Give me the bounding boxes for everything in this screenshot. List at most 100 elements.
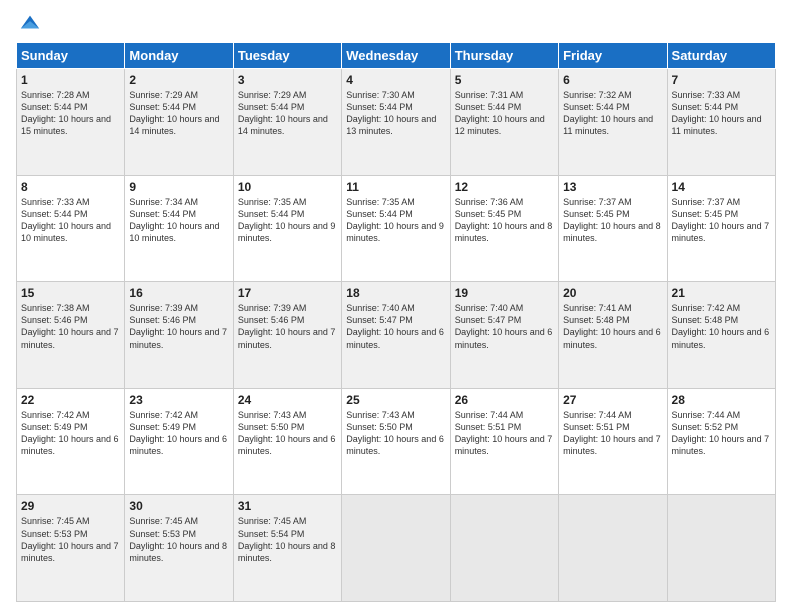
day-info: Sunrise: 7:40 AMSunset: 5:47 PMDaylight:… [455, 302, 554, 351]
day-info: Sunrise: 7:30 AMSunset: 5:44 PMDaylight:… [346, 89, 445, 138]
weekday-header-friday: Friday [559, 43, 667, 69]
day-number: 4 [346, 73, 445, 87]
calendar-cell: 17 Sunrise: 7:39 AMSunset: 5:46 PMDayligh… [233, 282, 341, 389]
day-number: 20 [563, 286, 662, 300]
day-info: Sunrise: 7:37 AMSunset: 5:45 PMDaylight:… [563, 196, 662, 245]
weekday-header-thursday: Thursday [450, 43, 558, 69]
day-number: 14 [672, 180, 771, 194]
day-number: 3 [238, 73, 337, 87]
calendar-cell: 5Sunrise: 7:31 AMSunset: 5:44 PMDaylight… [450, 69, 558, 176]
day-info: Sunrise: 7:34 AMSunset: 5:44 PMDaylight:… [129, 196, 228, 245]
day-number: 15 [21, 286, 120, 300]
calendar-cell: 18 Sunrise: 7:40 AMSunset: 5:47 PMDayligh… [342, 282, 450, 389]
day-info: Sunrise: 7:39 AMSunset: 5:46 PMDaylight:… [238, 302, 337, 351]
calendar-week-row: 15 Sunrise: 7:38 AMSunset: 5:46 PMDayligh… [17, 282, 776, 389]
day-info: Sunrise: 7:36 AMSunset: 5:45 PMDaylight:… [455, 196, 554, 245]
calendar-week-row: 1 Sunrise: 7:28 AMSunset: 5:44 PMDaylight… [17, 69, 776, 176]
day-info: Sunrise: 7:44 AMSunset: 5:51 PMDaylight:… [563, 409, 662, 458]
calendar-cell: 31 Sunrise: 7:45 AMSunset: 5:54 PMDayligh… [233, 495, 341, 602]
day-number: 28 [672, 393, 771, 407]
day-number: 26 [455, 393, 554, 407]
calendar-cell: 6Sunrise: 7:32 AMSunset: 5:44 PMDaylight… [559, 69, 667, 176]
day-info: Sunrise: 7:44 AMSunset: 5:52 PMDaylight:… [672, 409, 771, 458]
day-number: 29 [21, 499, 120, 513]
day-info: Sunrise: 7:43 AMSunset: 5:50 PMDaylight:… [346, 409, 445, 458]
day-number: 9 [129, 180, 228, 194]
weekday-header-monday: Monday [125, 43, 233, 69]
calendar-cell: 24 Sunrise: 7:43 AMSunset: 5:50 PMDayligh… [233, 388, 341, 495]
day-number: 25 [346, 393, 445, 407]
day-number: 2 [129, 73, 228, 87]
day-info: Sunrise: 7:42 AMSunset: 5:49 PMDaylight:… [21, 409, 120, 458]
weekday-header-sunday: Sunday [17, 43, 125, 69]
day-number: 23 [129, 393, 228, 407]
calendar-cell: 26 Sunrise: 7:44 AMSunset: 5:51 PMDayligh… [450, 388, 558, 495]
calendar: SundayMondayTuesdayWednesdayThursdayFrid… [16, 42, 776, 602]
day-number: 6 [563, 73, 662, 87]
calendar-cell: 7 Sunrise: 7:33 AMSunset: 5:44 PMDaylight… [667, 69, 775, 176]
day-number: 7 [672, 73, 771, 87]
day-number: 13 [563, 180, 662, 194]
page: SundayMondayTuesdayWednesdayThursdayFrid… [0, 0, 792, 612]
day-info: Sunrise: 7:42 AMSunset: 5:48 PMDaylight:… [672, 302, 771, 351]
day-info: Sunrise: 7:31 AMSunset: 5:44 PMDaylight:… [455, 89, 554, 138]
calendar-cell: 21 Sunrise: 7:42 AMSunset: 5:48 PMDayligh… [667, 282, 775, 389]
calendar-cell: 10Sunrise: 7:35 AMSunset: 5:44 PMDayligh… [233, 175, 341, 282]
calendar-cell: 14Sunrise: 7:37 AMSunset: 5:45 PMDayligh… [667, 175, 775, 282]
day-info: Sunrise: 7:29 AMSunset: 5:44 PMDaylight:… [238, 89, 337, 138]
day-number: 16 [129, 286, 228, 300]
weekday-header-wednesday: Wednesday [342, 43, 450, 69]
calendar-cell: 27 Sunrise: 7:44 AMSunset: 5:51 PMDayligh… [559, 388, 667, 495]
day-number: 22 [21, 393, 120, 407]
logo-text [16, 12, 41, 34]
calendar-cell: 28 Sunrise: 7:44 AMSunset: 5:52 PMDayligh… [667, 388, 775, 495]
day-number: 17 [238, 286, 337, 300]
day-number: 1 [21, 73, 120, 87]
calendar-cell: 30 Sunrise: 7:45 AMSunset: 5:53 PMDayligh… [125, 495, 233, 602]
weekday-header-row: SundayMondayTuesdayWednesdayThursdayFrid… [17, 43, 776, 69]
weekday-header-saturday: Saturday [667, 43, 775, 69]
calendar-cell: 9 Sunrise: 7:34 AMSunset: 5:44 PMDaylight… [125, 175, 233, 282]
calendar-cell: 25 Sunrise: 7:43 AMSunset: 5:50 PMDayligh… [342, 388, 450, 495]
calendar-cell [342, 495, 450, 602]
day-info: Sunrise: 7:45 AMSunset: 5:54 PMDaylight:… [238, 515, 337, 564]
header [16, 12, 776, 34]
calendar-cell: 20Sunrise: 7:41 AMSunset: 5:48 PMDayligh… [559, 282, 667, 389]
calendar-cell: 2 Sunrise: 7:29 AMSunset: 5:44 PMDaylight… [125, 69, 233, 176]
calendar-cell [667, 495, 775, 602]
day-info: Sunrise: 7:38 AMSunset: 5:46 PMDaylight:… [21, 302, 120, 351]
calendar-cell: 12 Sunrise: 7:36 AMSunset: 5:45 PMDayligh… [450, 175, 558, 282]
day-number: 8 [21, 180, 120, 194]
calendar-cell: 4 Sunrise: 7:30 AMSunset: 5:44 PMDaylight… [342, 69, 450, 176]
calendar-cell: 3 Sunrise: 7:29 AMSunset: 5:44 PMDaylight… [233, 69, 341, 176]
day-number: 31 [238, 499, 337, 513]
day-number: 19 [455, 286, 554, 300]
calendar-cell: 8Sunrise: 7:33 AMSunset: 5:44 PMDaylight… [17, 175, 125, 282]
day-number: 24 [238, 393, 337, 407]
day-info: Sunrise: 7:29 AMSunset: 5:44 PMDaylight:… [129, 89, 228, 138]
day-info: Sunrise: 7:44 AMSunset: 5:51 PMDaylight:… [455, 409, 554, 458]
weekday-header-tuesday: Tuesday [233, 43, 341, 69]
calendar-week-row: 8Sunrise: 7:33 AMSunset: 5:44 PMDaylight… [17, 175, 776, 282]
day-number: 10 [238, 180, 337, 194]
day-number: 18 [346, 286, 445, 300]
day-number: 27 [563, 393, 662, 407]
calendar-cell: 23 Sunrise: 7:42 AMSunset: 5:49 PMDayligh… [125, 388, 233, 495]
day-info: Sunrise: 7:40 AMSunset: 5:47 PMDaylight:… [346, 302, 445, 351]
calendar-cell: 11Sunrise: 7:35 AMSunset: 5:44 PMDayligh… [342, 175, 450, 282]
calendar-cell: 1 Sunrise: 7:28 AMSunset: 5:44 PMDaylight… [17, 69, 125, 176]
day-info: Sunrise: 7:33 AMSunset: 5:44 PMDaylight:… [672, 89, 771, 138]
day-info: Sunrise: 7:28 AMSunset: 5:44 PMDaylight:… [21, 89, 120, 138]
day-info: Sunrise: 7:43 AMSunset: 5:50 PMDaylight:… [238, 409, 337, 458]
calendar-cell [450, 495, 558, 602]
logo [16, 12, 41, 34]
day-info: Sunrise: 7:42 AMSunset: 5:49 PMDaylight:… [129, 409, 228, 458]
day-info: Sunrise: 7:45 AMSunset: 5:53 PMDaylight:… [21, 515, 120, 564]
calendar-cell: 19 Sunrise: 7:40 AMSunset: 5:47 PMDayligh… [450, 282, 558, 389]
day-number: 21 [672, 286, 771, 300]
day-info: Sunrise: 7:45 AMSunset: 5:53 PMDaylight:… [129, 515, 228, 564]
calendar-week-row: 22 Sunrise: 7:42 AMSunset: 5:49 PMDayligh… [17, 388, 776, 495]
day-number: 12 [455, 180, 554, 194]
day-number: 30 [129, 499, 228, 513]
calendar-cell [559, 495, 667, 602]
